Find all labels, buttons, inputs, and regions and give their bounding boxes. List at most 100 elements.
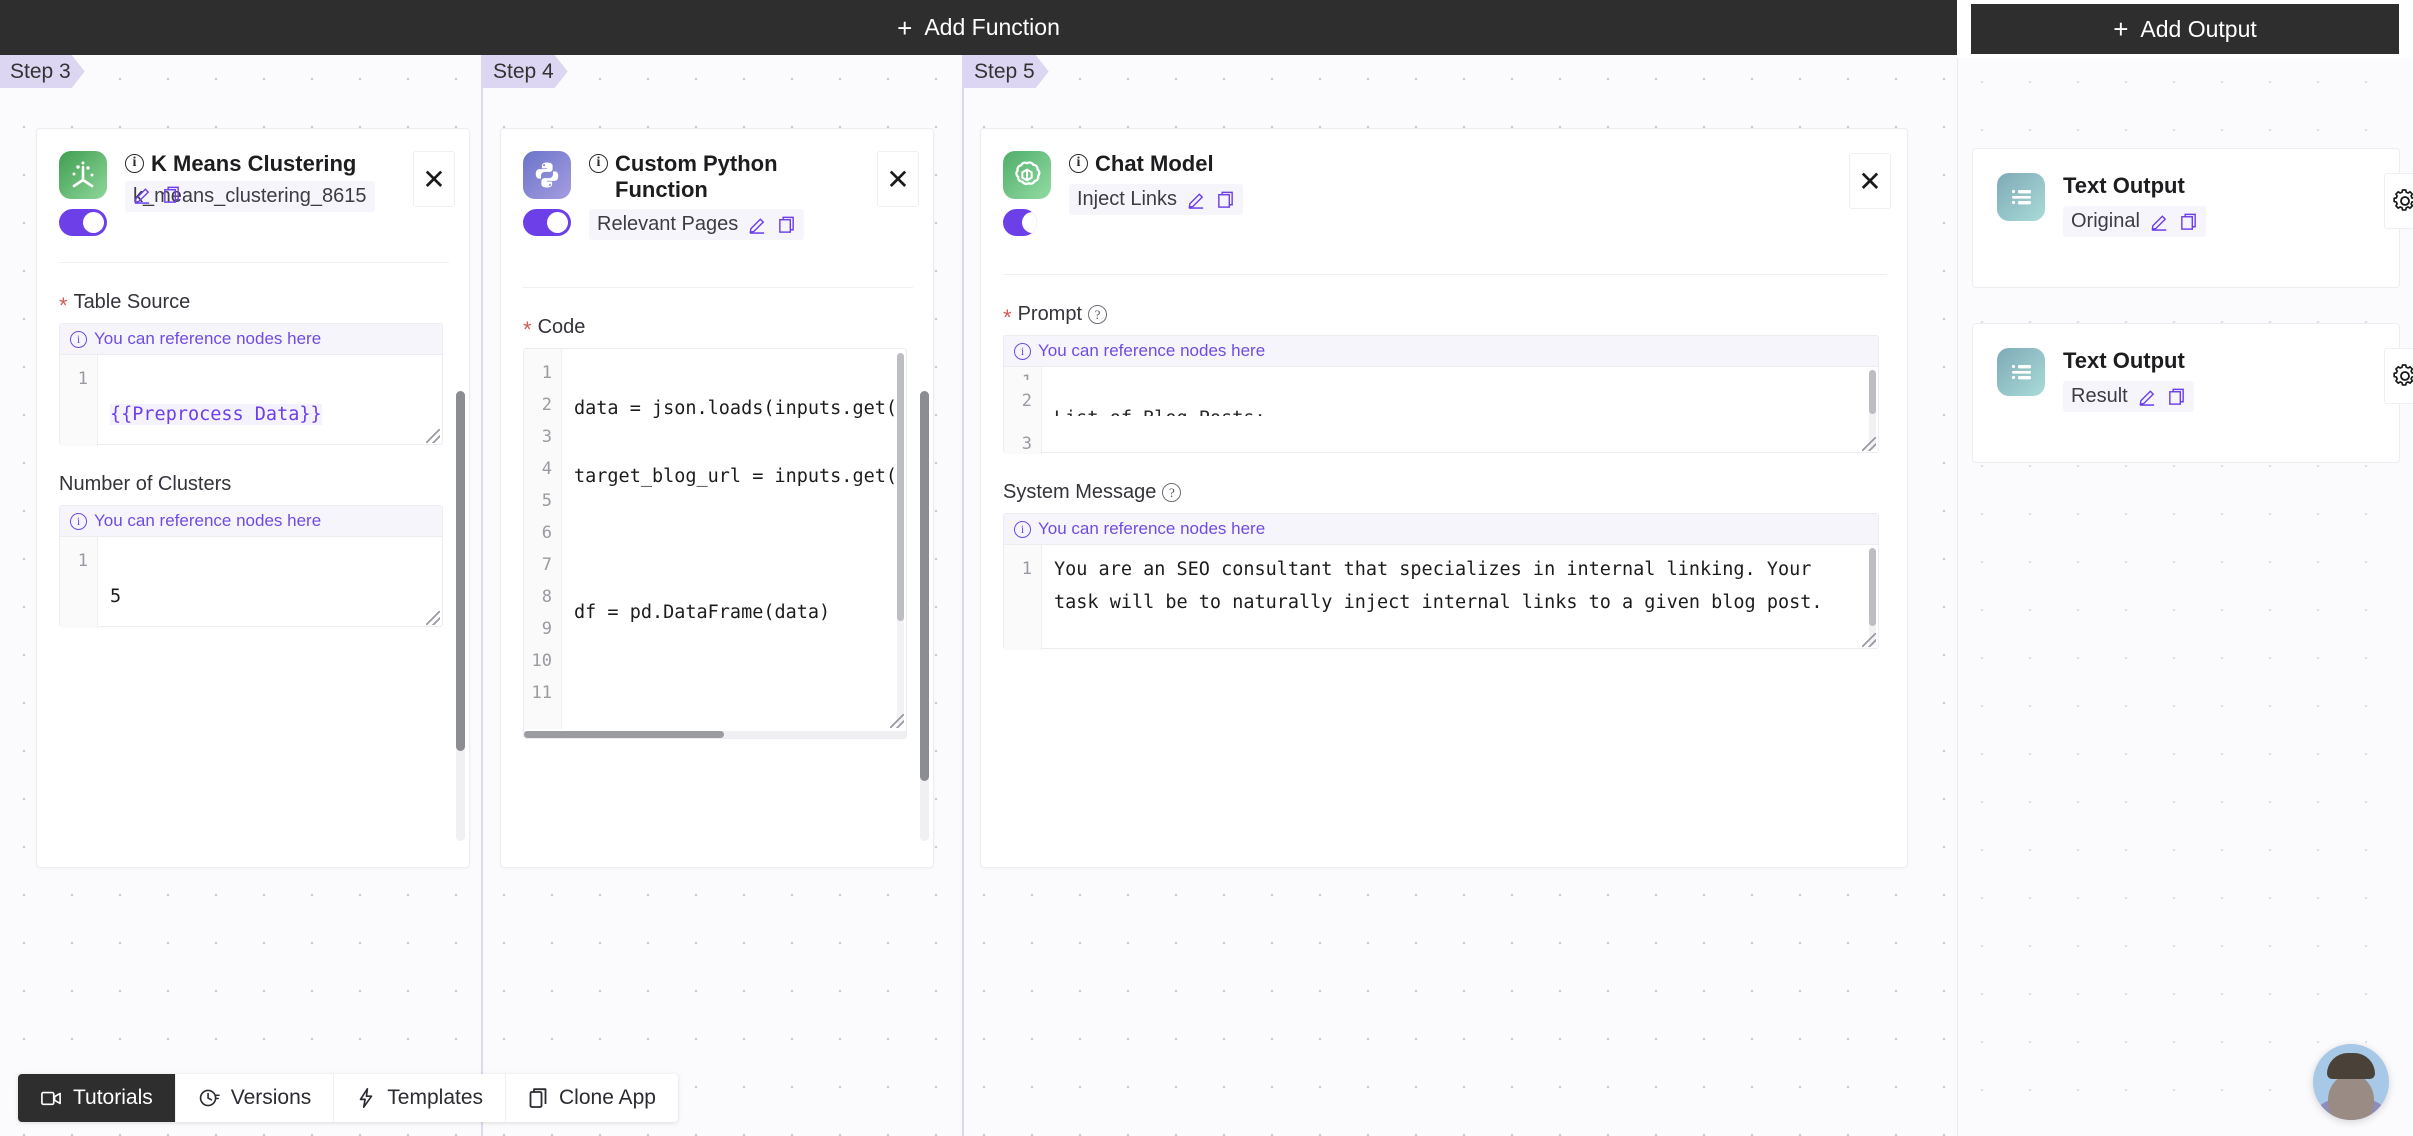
code-area[interactable]: 1 2 3 4 List of Blog Posts: {{Relevant P…: [1004, 367, 1878, 454]
outputs-panel: Text Output Original Text Output Result: [1957, 58, 2413, 1136]
output-header: Text Output Result: [1973, 324, 2399, 412]
edit-icon[interactable]: [748, 215, 767, 234]
close-icon: ✕: [422, 163, 446, 195]
step-tab-3[interactable]: Step 3: [0, 55, 85, 88]
copy-icon[interactable]: [777, 215, 796, 234]
resize-grip[interactable]: [1862, 437, 1876, 451]
bottom-toolbar: Tutorials Versions Templates Clone App: [18, 1074, 678, 1122]
prompt-editor[interactable]: i You can reference nodes here 1 2 3 4 L…: [1003, 335, 1879, 454]
edit-icon[interactable]: [133, 185, 152, 204]
node-name-chip[interactable]: Inject Links: [1069, 183, 1244, 215]
edit-icon[interactable]: [2150, 212, 2169, 231]
reference-hint-text: You can reference nodes here: [1038, 519, 1266, 538]
node-name: Relevant Pages: [597, 212, 739, 235]
add-function-label: Add Function: [924, 14, 1060, 40]
node-enable-toggle[interactable]: [1003, 209, 1037, 236]
node-name-chip[interactable]: Relevant Pages: [589, 208, 805, 240]
node-fields: * Prompt ? i You can reference nodes her…: [981, 303, 1907, 650]
gear-icon: [2393, 364, 2413, 386]
field-label-text: System Message: [1003, 481, 1157, 503]
field-label-system-message: System Message ?: [1003, 481, 1879, 504]
code-editor[interactable]: 1 2 3 4 5 6 7 8 9 10 11 data = json.load…: [523, 347, 907, 739]
editor-lines[interactable]: You are an SEO consultant that specializ…: [1042, 545, 1878, 650]
code-area[interactable]: 1 2 3 4 5 6 7 8 9 10 11 data = json.load…: [524, 348, 906, 729]
output-name: Original: [2071, 210, 2140, 232]
editor-vscrollbar[interactable]: [1869, 548, 1876, 626]
close-node-button[interactable]: ✕: [1849, 153, 1891, 209]
close-node-button[interactable]: ✕: [413, 151, 455, 207]
output-settings-button[interactable]: [2384, 348, 2413, 404]
line-numbers: 1: [60, 355, 98, 446]
panel-scrollbar[interactable]: [456, 391, 465, 751]
copy-icon[interactable]: [162, 185, 181, 204]
toolbar-label: Clone App: [559, 1086, 656, 1109]
step-tab-5[interactable]: Step 5: [964, 55, 1049, 88]
toolbar-item-tutorials[interactable]: Tutorials: [18, 1074, 176, 1122]
toggle-knob: [1022, 212, 1037, 233]
table-source-editor[interactable]: i You can reference nodes here 1 {{Prepr…: [59, 323, 443, 446]
toolbar-item-versions[interactable]: Versions: [176, 1074, 335, 1122]
editor-lines[interactable]: 5: [98, 537, 442, 628]
node-card-chat-model[interactable]: i Chat Model Inject Links ✕ * Prompt ? i…: [980, 128, 1908, 868]
toolbar-item-clone-app[interactable]: Clone App: [506, 1074, 678, 1122]
editor-hscrollbar[interactable]: [524, 730, 724, 738]
add-function-button[interactable]: + Add Function: [897, 14, 1060, 41]
copy-icon[interactable]: [1216, 190, 1235, 209]
output-name-chip[interactable]: Original: [2063, 206, 2206, 237]
editor-lines[interactable]: data = json.loads(inputs.get(' target_bl…: [562, 349, 906, 729]
panel-scrollbar[interactable]: [920, 391, 929, 781]
toolbar-label: Versions: [230, 1086, 312, 1109]
node-card-k-means-clustering[interactable]: i K Means Clustering k_means_clustering_…: [36, 128, 470, 868]
support-avatar[interactable]: [2313, 1044, 2389, 1120]
node-header: i K Means Clustering k_means_clustering_…: [37, 129, 469, 263]
output-card-result[interactable]: Text Output Result: [1972, 323, 2413, 463]
node-card-custom-python-function[interactable]: i Custom Python Function Relevant Pages: [500, 128, 934, 868]
editor-lines[interactable]: List of Blog Posts: {{Relevant Pages}} T…: [1042, 367, 1878, 454]
editor-vscrollbar[interactable]: [1869, 370, 1876, 414]
node-enable-toggle[interactable]: [523, 209, 571, 236]
edit-icon[interactable]: [2138, 387, 2157, 406]
help-icon[interactable]: ?: [1088, 305, 1108, 324]
copy-icon[interactable]: [2179, 212, 2198, 231]
resize-grip[interactable]: [426, 429, 440, 443]
info-icon[interactable]: i: [125, 154, 144, 173]
field-label-number-of-clusters: Number of Clusters: [59, 473, 443, 496]
code-area[interactable]: 1 {{Preprocess Data}}: [60, 355, 442, 446]
editor-lines[interactable]: {{Preprocess Data}}: [98, 355, 442, 446]
node-title-row: i Custom Python Function: [589, 151, 819, 203]
edit-icon[interactable]: [1187, 190, 1206, 209]
field-label-prompt: * Prompt ?: [1003, 303, 1879, 328]
line-number: 10: [531, 650, 552, 671]
help-icon[interactable]: ?: [1162, 483, 1182, 502]
system-message-editor[interactable]: i You can reference nodes here 1 You are…: [1003, 513, 1879, 650]
line-number: 2: [541, 394, 552, 415]
output-title: Text Output: [2063, 173, 2185, 198]
node-enable-toggle[interactable]: [59, 209, 107, 236]
close-node-button[interactable]: ✕: [877, 151, 919, 207]
resize-grip[interactable]: [426, 611, 440, 625]
info-icon[interactable]: i: [1069, 154, 1088, 173]
output-settings-button[interactable]: [2384, 173, 2413, 229]
toolbar-label: Templates: [387, 1086, 484, 1109]
field-label-text: Number of Clusters: [59, 473, 232, 495]
info-icon[interactable]: i: [589, 154, 608, 173]
step-tab-label: Step 5: [974, 59, 1035, 83]
output-card-original[interactable]: Text Output Original: [1972, 148, 2413, 288]
toolbar-item-templates[interactable]: Templates: [334, 1074, 507, 1122]
editor-vscrollbar[interactable]: [897, 352, 904, 621]
copy-icon[interactable]: [2167, 387, 2186, 406]
editor-line: You are an SEO consultant that specializ…: [1054, 559, 1823, 613]
code-area[interactable]: 1 You are an SEO consultant that special…: [1004, 545, 1878, 650]
number-of-clusters-editor[interactable]: i You can reference nodes here 1 5: [59, 505, 443, 628]
code-area[interactable]: 1 5: [60, 537, 442, 628]
resize-grip[interactable]: [1862, 633, 1876, 647]
output-name-chip[interactable]: Result: [2063, 381, 2194, 412]
editor-line: 5: [110, 586, 122, 607]
add-output-button[interactable]: + Add Output: [1971, 4, 2399, 54]
add-function-bar[interactable]: + Add Function: [0, 0, 1957, 55]
line-numbers: 1 2 3 4 5 6 7 8 9 10 11: [524, 348, 562, 729]
resize-grip[interactable]: [890, 713, 904, 728]
step-tab-4[interactable]: Step 4: [483, 55, 568, 88]
reference-hint: i You can reference nodes here: [60, 506, 442, 537]
